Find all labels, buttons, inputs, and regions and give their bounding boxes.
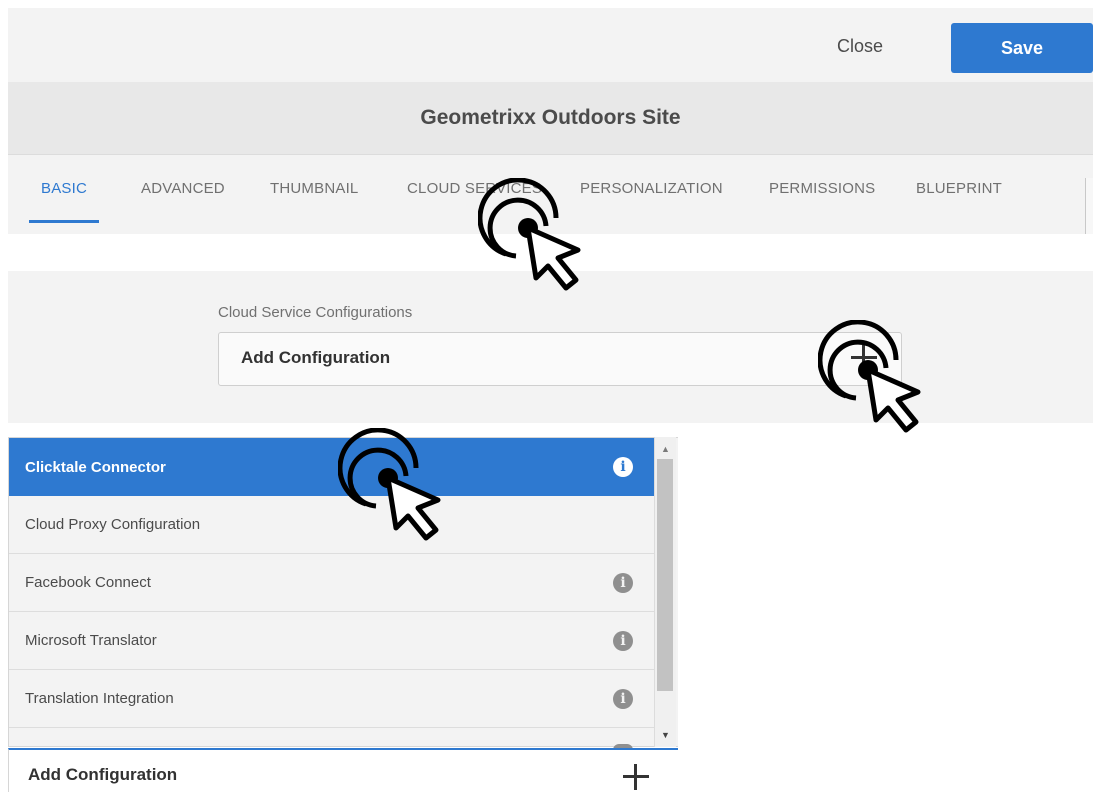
list-item-label: Cloud Proxy Configuration — [25, 516, 201, 533]
tab-permissions[interactable]: PERMISSIONS — [769, 180, 875, 197]
info-icon[interactable]: i — [613, 631, 633, 651]
scroll-down-arrow[interactable]: ▼ — [661, 730, 670, 740]
list-item-label: Clicktale Connector — [25, 458, 166, 476]
list-item-label: Facebook Connect — [25, 574, 151, 591]
dialog-title: Geometrixx Outdoors Site — [420, 106, 681, 129]
list-item-label: Microsoft Translator — [25, 632, 157, 649]
active-tab-indicator — [29, 220, 99, 223]
add-configuration-text: Add Configuration — [241, 348, 391, 367]
info-icon[interactable]: i — [613, 573, 633, 593]
info-icon[interactable]: i — [613, 689, 633, 709]
configuration-dropdown-list: Clicktale Connector i Cloud Proxy Config… — [8, 437, 678, 747]
cloud-service-configurations-label: Cloud Service Configurations — [218, 304, 413, 321]
list-item-translation-integration[interactable]: Translation Integration i — [9, 670, 655, 728]
close-button[interactable]: Close — [820, 28, 900, 64]
list-item-microsoft-translator[interactable]: Microsoft Translator i — [9, 612, 655, 670]
info-icon[interactable]: i — [613, 457, 633, 477]
list-item-clicktale-connector[interactable]: Clicktale Connector i — [9, 438, 655, 496]
tab-bar-scrollbar[interactable] — [1085, 178, 1093, 234]
plus-icon[interactable] — [851, 345, 877, 371]
tab-blueprint[interactable]: BLUEPRINT — [916, 180, 1002, 197]
scroll-up-arrow[interactable]: ▲ — [661, 444, 670, 454]
save-button[interactable]: Save — [951, 23, 1093, 73]
list-item-facebook-connect[interactable]: Facebook Connect i — [9, 554, 655, 612]
tab-cloud-services[interactable]: CLOUD SERVICES — [407, 180, 542, 197]
scrollbar-thumb[interactable] — [657, 459, 673, 691]
list-item-label: Translation Integration — [25, 690, 174, 707]
tab-advanced[interactable]: ADVANCED — [141, 180, 225, 197]
add-configuration-text-bottom: Add Configuration — [28, 765, 178, 784]
dialog-title-bar: Geometrixx Outdoors Site — [8, 82, 1093, 154]
tab-thumbnail[interactable]: THUMBNAIL — [270, 180, 358, 197]
dialog-toolbar — [8, 8, 1093, 82]
plus-icon[interactable] — [623, 764, 649, 790]
list-item-cloud-proxy-configuration[interactable]: Cloud Proxy Configuration — [9, 496, 655, 554]
tab-personalization[interactable]: PERSONALIZATION — [580, 180, 723, 197]
tab-basic[interactable]: BASIC — [41, 180, 87, 197]
